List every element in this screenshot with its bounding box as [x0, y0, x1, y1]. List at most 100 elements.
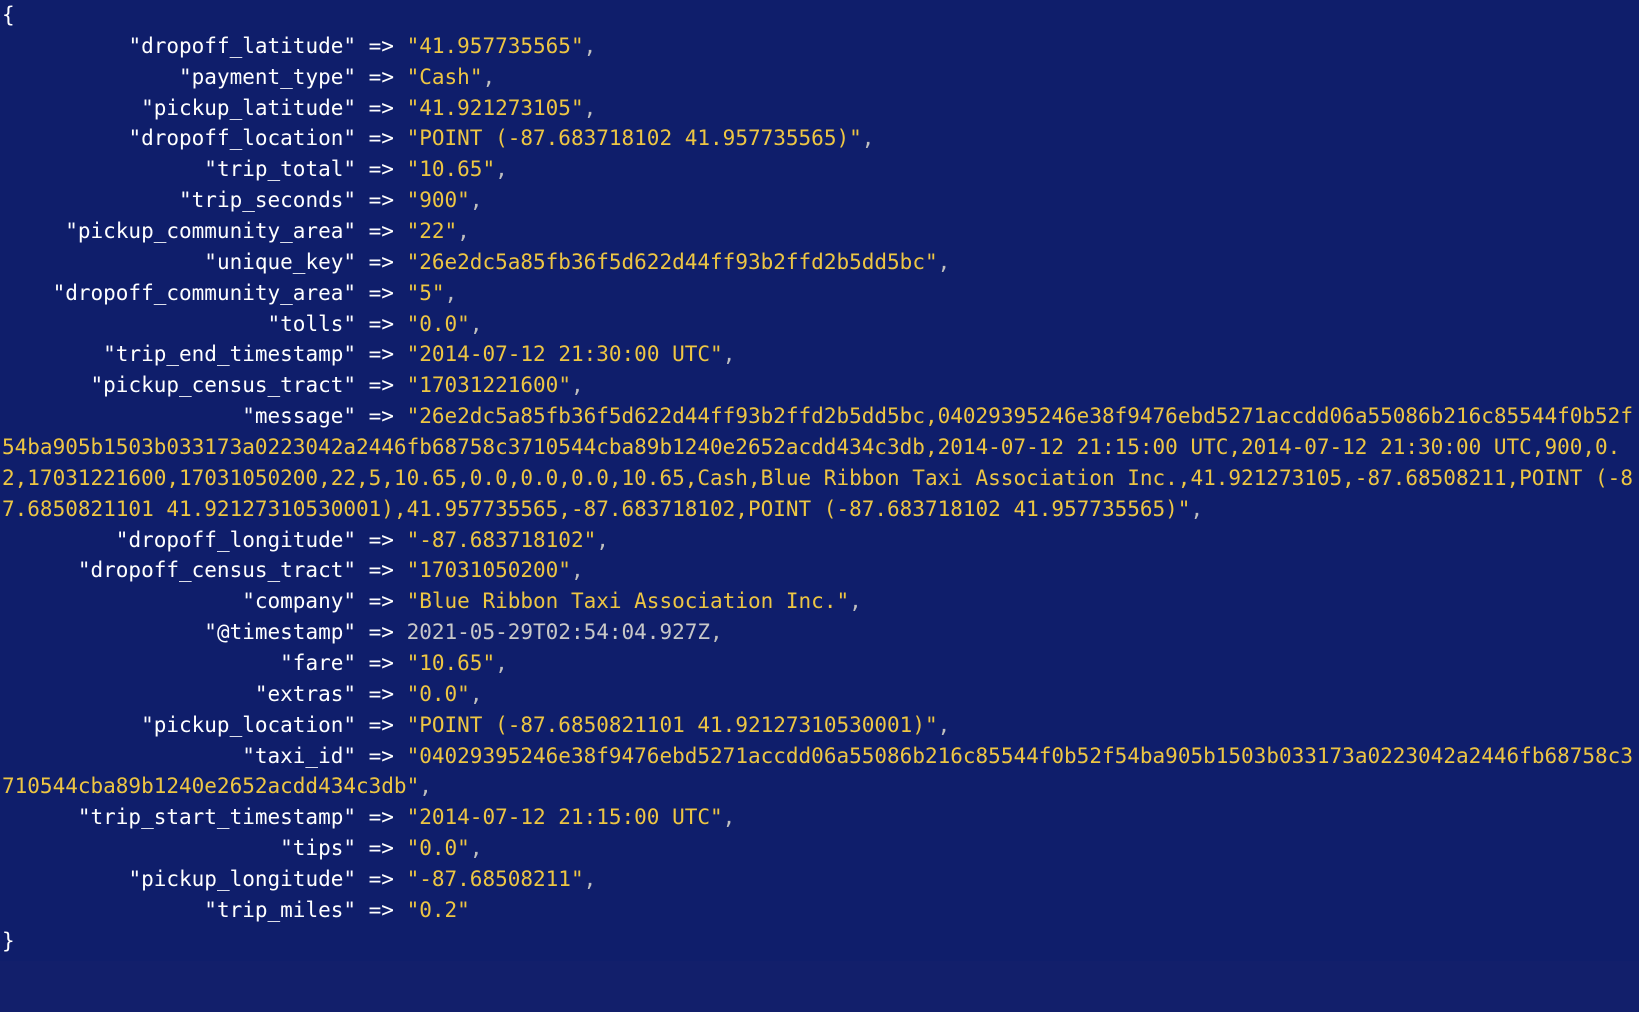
entry-trip-total: "trip_total" => "10.65", — [2, 154, 1637, 185]
comma: , — [457, 219, 470, 243]
value-trip_total: "10.65" — [407, 157, 496, 181]
comma: , — [482, 65, 495, 89]
key-company: "company" — [242, 589, 356, 613]
value-pickup_community_area: "22" — [407, 219, 458, 243]
comma: , — [1190, 497, 1203, 521]
arrow: => — [356, 836, 407, 860]
key-dropoff_location: "dropoff_location" — [128, 126, 356, 150]
value-@timestamp: 2021-05-29T02:54:04.927Z — [407, 620, 710, 644]
entry-pickup-census-tract: "pickup_census_tract" => "17031221600", — [2, 370, 1637, 401]
arrow: => — [356, 404, 407, 428]
value-pickup_location: "POINT (-87.6850821101 41.92127310530001… — [407, 713, 938, 737]
arrow: => — [356, 713, 407, 737]
value-dropoff_longitude: "-87.683718102" — [407, 528, 597, 552]
comma: , — [723, 805, 736, 829]
key-dropoff_latitude: "dropoff_latitude" — [128, 34, 356, 58]
entry-trip-miles: "trip_miles" => "0.2" — [2, 895, 1637, 926]
key-pickup_community_area: "pickup_community_area" — [65, 219, 356, 243]
entry-taxi-id: "taxi_id" => "04029395246e38f9476ebd5271… — [2, 741, 1637, 803]
key-taxi_id: "taxi_id" — [242, 744, 356, 768]
arrow: => — [356, 157, 407, 181]
entry-unique-key: "unique_key" => "26e2dc5a85fb36f5d622d44… — [2, 247, 1637, 278]
value-trip_end_timestamp: "2014-07-12 21:30:00 UTC" — [407, 342, 723, 366]
arrow: => — [356, 373, 407, 397]
entry-pickup-longitude: "pickup_longitude" => "-87.68508211", — [2, 864, 1637, 895]
value-pickup_census_tract: "17031221600" — [407, 373, 571, 397]
value-company: "Blue Ribbon Taxi Association Inc." — [407, 589, 850, 613]
key-trip_start_timestamp: "trip_start_timestamp" — [78, 805, 356, 829]
entry-pickup-latitude: "pickup_latitude" => "41.921273105", — [2, 93, 1637, 124]
key-unique_key: "unique_key" — [204, 250, 356, 274]
key-pickup_location: "pickup_location" — [141, 713, 356, 737]
arrow: => — [356, 219, 407, 243]
entry-extras: "extras" => "0.0", — [2, 679, 1637, 710]
value-pickup_longitude: "-87.68508211" — [407, 867, 584, 891]
key-trip_miles: "trip_miles" — [204, 898, 356, 922]
key-payment_type: "payment_type" — [179, 65, 356, 89]
arrow: => — [356, 312, 407, 336]
entry-payment-type: "payment_type" => "Cash", — [2, 62, 1637, 93]
arrow: => — [356, 744, 407, 768]
key-trip_total: "trip_total" — [204, 157, 356, 181]
key-pickup_latitude: "pickup_latitude" — [141, 96, 356, 120]
comma: , — [584, 34, 597, 58]
key-@timestamp: "@timestamp" — [204, 620, 356, 644]
comma: , — [849, 589, 862, 613]
comma: , — [710, 620, 723, 644]
comma: , — [596, 528, 609, 552]
entry-message: "message" => "26e2dc5a85fb36f5d622d44ff9… — [2, 401, 1637, 524]
arrow: => — [356, 281, 407, 305]
comma: , — [495, 651, 508, 675]
comma: , — [584, 96, 597, 120]
comma: , — [938, 250, 951, 274]
comma: , — [470, 682, 483, 706]
arrow: => — [356, 250, 407, 274]
entry-dropoff-latitude: "dropoff_latitude" => "41.957735565", — [2, 31, 1637, 62]
arrow: => — [356, 558, 407, 582]
value-trip_miles: "0.2" — [407, 898, 470, 922]
key-trip_seconds: "trip_seconds" — [179, 188, 356, 212]
value-payment_type: "Cash" — [407, 65, 483, 89]
entry-fare: "fare" => "10.65", — [2, 648, 1637, 679]
entry-tips: "tips" => "0.0", — [2, 833, 1637, 864]
comma: , — [571, 373, 584, 397]
value-dropoff_census_tract: "17031050200" — [407, 558, 571, 582]
entry-pickup-community-area: "pickup_community_area" => "22", — [2, 216, 1637, 247]
brace-close: } — [2, 929, 15, 953]
key-pickup_longitude: "pickup_longitude" — [128, 867, 356, 891]
comma: , — [419, 774, 432, 798]
arrow: => — [356, 126, 407, 150]
value-pickup_latitude: "41.921273105" — [407, 96, 584, 120]
arrow: => — [356, 34, 407, 58]
entry--timestamp: "@timestamp" => 2021-05-29T02:54:04.927Z… — [2, 617, 1637, 648]
key-dropoff_longitude: "dropoff_longitude" — [116, 528, 356, 552]
comma: , — [862, 126, 875, 150]
key-tips: "tips" — [280, 836, 356, 860]
entry-dropoff-location: "dropoff_location" => "POINT (-87.683718… — [2, 123, 1637, 154]
arrow: => — [356, 898, 407, 922]
entry-tolls: "tolls" => "0.0", — [2, 309, 1637, 340]
key-message: "message" — [242, 404, 356, 428]
arrow: => — [356, 682, 407, 706]
comma: , — [495, 157, 508, 181]
key-trip_end_timestamp: "trip_end_timestamp" — [103, 342, 356, 366]
brace-close-line: } — [2, 926, 1637, 957]
brace-open-line: { — [2, 0, 1637, 31]
comma: , — [470, 836, 483, 860]
arrow: => — [356, 342, 407, 366]
entry-company: "company" => "Blue Ribbon Taxi Associati… — [2, 586, 1637, 617]
entry-dropoff-longitude: "dropoff_longitude" => "-87.683718102", — [2, 525, 1637, 556]
entry-trip-start-timestamp: "trip_start_timestamp" => "2014-07-12 21… — [2, 802, 1637, 833]
comma: , — [470, 188, 483, 212]
value-tips: "0.0" — [407, 836, 470, 860]
key-tolls: "tolls" — [268, 312, 357, 336]
key-extras: "extras" — [255, 682, 356, 706]
key-dropoff_community_area: "dropoff_community_area" — [53, 281, 356, 305]
value-unique_key: "26e2dc5a85fb36f5d622d44ff93b2ffd2b5dd5b… — [407, 250, 938, 274]
comma: , — [723, 342, 736, 366]
value-dropoff_latitude: "41.957735565" — [407, 34, 584, 58]
arrow: => — [356, 867, 407, 891]
arrow: => — [356, 528, 407, 552]
value-trip_seconds: "900" — [407, 188, 470, 212]
entry-dropoff-census-tract: "dropoff_census_tract" => "17031050200", — [2, 555, 1637, 586]
